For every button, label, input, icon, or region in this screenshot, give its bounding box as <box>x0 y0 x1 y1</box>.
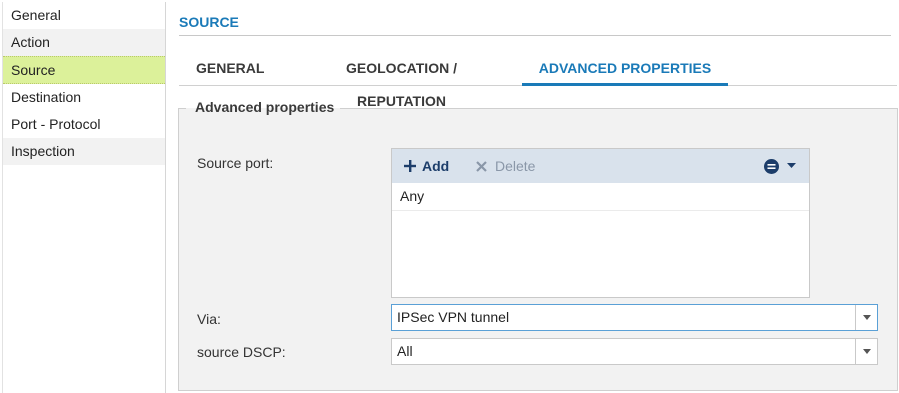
dscp-select[interactable]: All <box>391 338 878 365</box>
chevron-down-icon <box>862 315 871 320</box>
delete-button[interactable]: Delete <box>476 149 535 183</box>
sidebar-item-action[interactable]: Action <box>3 29 165 56</box>
sidebar-item-port-protocol[interactable]: Port - Protocol <box>3 111 165 138</box>
tab-advanced-properties[interactable]: ADVANCED PROPERTIES <box>522 52 728 86</box>
panel-border-left <box>178 108 186 109</box>
via-select-value: IPSec VPN tunnel <box>397 309 510 325</box>
dscp-select-value: All <box>397 343 413 359</box>
sidebar: General Action Source Destination Port -… <box>2 2 166 393</box>
add-button[interactable]: Add <box>404 149 449 183</box>
sidebar-item-destination[interactable]: Destination <box>3 84 165 111</box>
list-item[interactable]: Any <box>392 183 809 211</box>
dscp-dropdown-button[interactable] <box>855 339 877 364</box>
plus-icon <box>404 160 416 172</box>
column-menu-button[interactable] <box>764 149 796 183</box>
tab-bar: GENERAL GEOLOCATION / REPUTATION ADVANCE… <box>179 52 897 109</box>
dscp-label: source DSCP: <box>197 344 286 360</box>
chevron-down-icon <box>786 163 796 168</box>
source-port-label: Source port: <box>197 155 274 171</box>
close-icon <box>476 161 487 172</box>
source-port-grid: Add Delete Any <box>391 148 810 298</box>
tab-general[interactable]: GENERAL <box>196 52 264 85</box>
via-label: Via: <box>197 311 221 327</box>
tab-geolocation-reputation[interactable]: GEOLOCATION / REPUTATION <box>300 52 503 109</box>
page-title: SOURCE <box>179 14 891 36</box>
menu-circle-icon <box>764 159 779 174</box>
via-dropdown-button[interactable] <box>855 305 877 330</box>
panel-legend: Advanced properties <box>195 99 335 115</box>
panel-border-right <box>340 108 897 109</box>
via-select[interactable]: IPSec VPN tunnel <box>391 304 878 331</box>
grid-toolbar: Add Delete <box>392 149 809 183</box>
add-button-label: Add <box>422 158 450 174</box>
delete-button-label: Delete <box>495 158 536 174</box>
chevron-down-icon <box>862 349 871 354</box>
sidebar-item-general[interactable]: General <box>3 2 165 29</box>
sidebar-item-source[interactable]: Source <box>3 56 165 84</box>
sidebar-item-inspection[interactable]: Inspection <box>3 138 165 165</box>
